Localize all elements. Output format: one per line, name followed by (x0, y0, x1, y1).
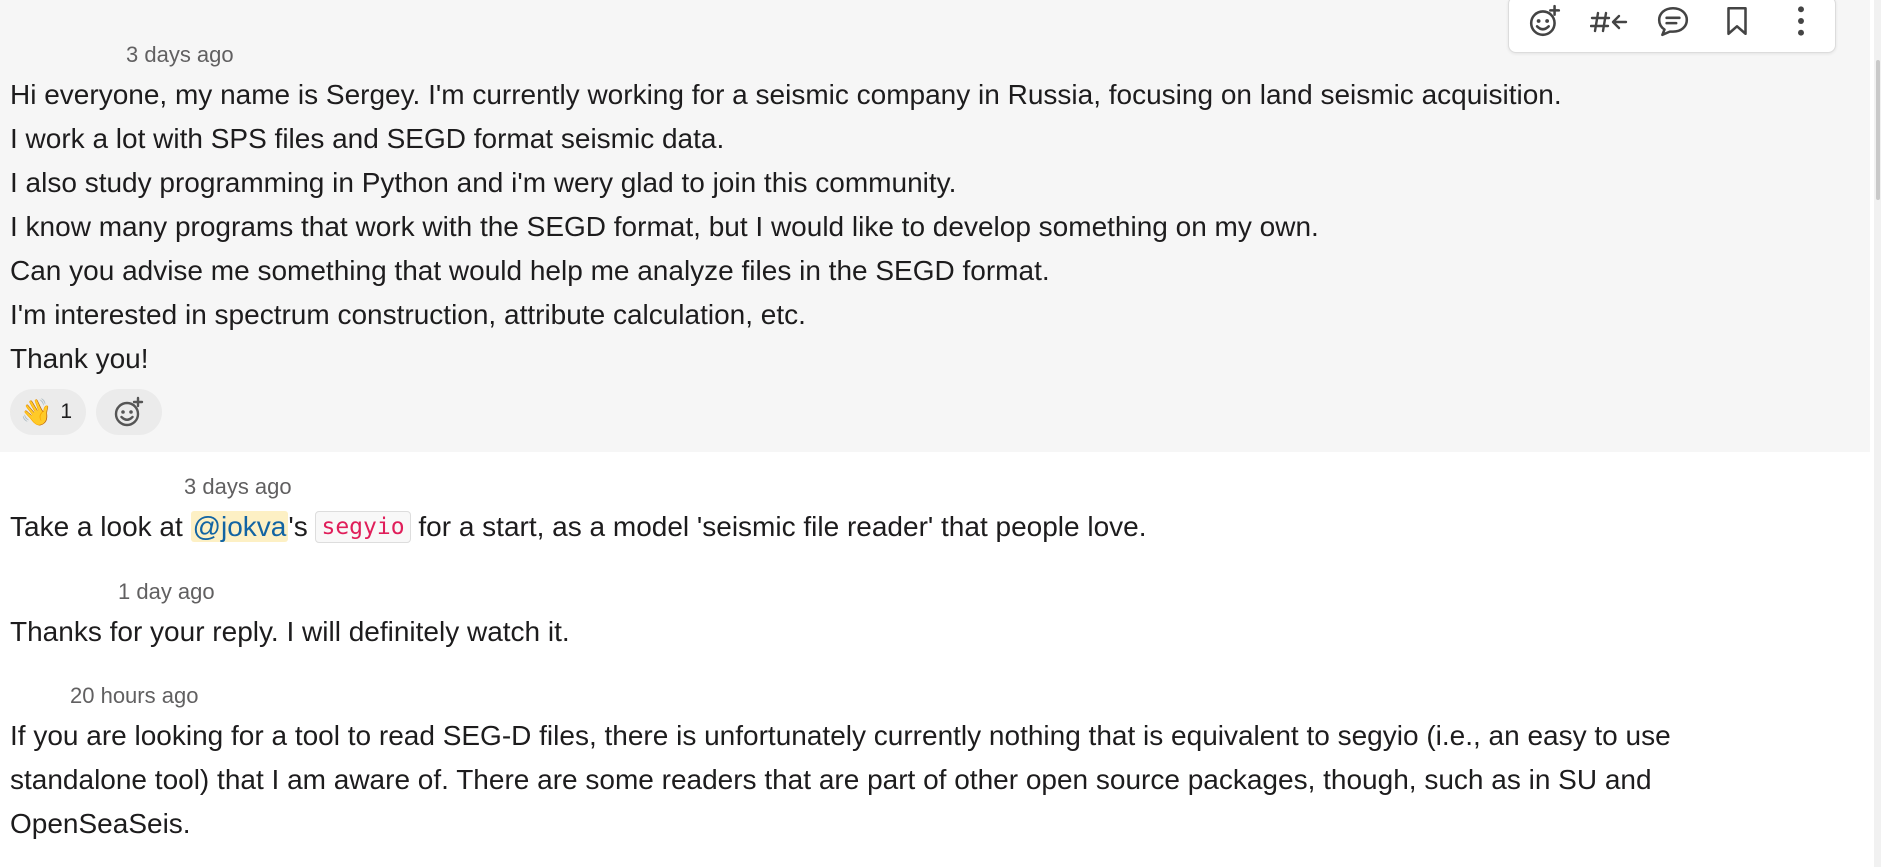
message-timestamp[interactable]: 20 hours ago (70, 683, 198, 709)
message-text-line: Hi everyone, my name is Sergey. I'm curr… (10, 79, 1562, 110)
more-actions-icon (1798, 6, 1804, 36)
message-text: 's (288, 511, 316, 542)
reply-in-thread-button[interactable] (1653, 1, 1693, 41)
message-text-line: I know many programs that work with the … (10, 211, 1319, 242)
reaction-count: 1 (60, 400, 73, 423)
add-reaction-toolbar-button[interactable] (1525, 1, 1565, 41)
message-text-line: If you are looking for a tool to read SE… (10, 720, 1671, 751)
user-mention[interactable]: @jokva (190, 511, 289, 542)
message-text-line: Can you advise me something that would h… (10, 255, 1050, 286)
wave-emoji-icon: 👋 (20, 397, 53, 427)
message-text-line: standalone tool) that I am aware of. The… (10, 764, 1652, 795)
save-for-later-button[interactable] (1717, 1, 1757, 41)
reply-in-channel-button[interactable] (1589, 1, 1629, 41)
add-reaction-icon (114, 396, 144, 427)
message-actions-toolbar (1508, 0, 1836, 53)
message-timestamp[interactable]: 3 days ago (184, 474, 292, 500)
message-timestamp[interactable]: 1 day ago (118, 579, 215, 605)
message-text-line: Take a look at @jokva's segyio for a sta… (10, 505, 1147, 551)
message-list: 3 days ago Hi everyone, my name is Serge… (0, 0, 1881, 867)
message-text-line: Thanks for your reply. I will definitely… (10, 616, 570, 647)
reply-in-thread-icon (1657, 6, 1689, 37)
message-text-line: I also study programming in Python and i… (10, 167, 957, 198)
inline-code: segyio (315, 511, 411, 543)
message-text-line: Thank you! (10, 343, 149, 374)
reaction-wave[interactable]: 👋 1 (10, 389, 86, 435)
message-timestamp[interactable]: 3 days ago (126, 42, 234, 68)
add-reaction-button[interactable] (96, 389, 162, 435)
message-text-line: I'm interested in spectrum construction,… (10, 299, 806, 330)
more-actions-button[interactable] (1781, 1, 1821, 41)
bookmark-icon (1727, 6, 1747, 36)
message-text: for a start, as a model 'seismic file re… (410, 511, 1147, 542)
message-sergey[interactable]: 3 days ago Hi everyone, my name is Serge… (0, 0, 1870, 452)
scrollbar-thumb[interactable] (1876, 60, 1880, 200)
message-text-line: OpenSeaSeis. (10, 808, 191, 839)
message-text: Take a look at (10, 511, 191, 542)
reply-in-channel-icon (1590, 11, 1628, 33)
add-reaction-icon (1529, 4, 1561, 37)
message-text-line: I work a lot with SPS files and SEGD for… (10, 123, 725, 154)
